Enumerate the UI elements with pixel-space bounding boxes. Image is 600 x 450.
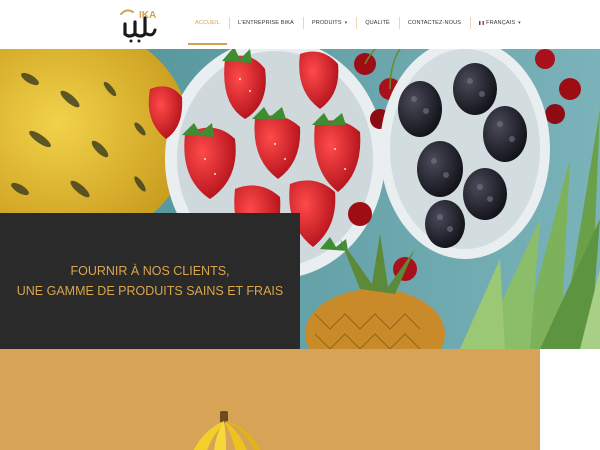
bika-logo-icon: IKA	[120, 9, 157, 43]
nav-entreprise[interactable]: L'ENTREPRISE BIKA	[228, 0, 303, 46]
nav-label: FRANÇAIS	[486, 20, 516, 26]
hero-tagline: FOURNIR À NOS CLIENTS, UNE GAMME DE PROD…	[0, 261, 300, 301]
chevron-down-icon: ▾	[344, 20, 348, 26]
hero-text-box: FOURNIR À NOS CLIENTS, UNE GAMME DE PROD…	[0, 213, 300, 349]
nav-accueil[interactable]: ACCUEIL	[186, 0, 229, 46]
banana-image	[193, 411, 260, 450]
hero-tagline-line-1: FOURNIR À NOS CLIENTS,	[70, 264, 230, 278]
nav-produits[interactable]: PRODUITS ▾	[302, 0, 356, 46]
bika-logo[interactable]: IKA	[119, 4, 159, 46]
nav-label: L'ENTREPRISE BIKA	[237, 20, 294, 26]
main-nav: ACCUEIL L'ENTREPRISE BIKA PRODUITS ▾ QUA…	[186, 0, 530, 46]
nav-label: ACCUEIL	[195, 20, 220, 26]
hero-tagline-line-2: UNE GAMME DE PRODUITS SAINS ET FRAIS	[16, 284, 284, 298]
hero-banner: FOURNIR À NOS CLIENTS, UNE GAMME DE PROD…	[0, 49, 600, 349]
products-section	[0, 349, 540, 450]
nav-qualite[interactable]: QUALITÉ	[356, 0, 399, 46]
french-flag-icon	[479, 21, 485, 25]
site-header: IKA ACCUEIL L'ENTREPRISE BIKA PRODUITS ▾…	[0, 0, 600, 49]
nav-label: QUALITÉ	[365, 20, 390, 26]
nav-label: PRODUITS	[311, 20, 342, 26]
nav-label: CONTACTEZ-NOUS	[407, 20, 462, 26]
nav-contact[interactable]: CONTACTEZ-NOUS	[398, 0, 470, 46]
language-selector[interactable]: FRANÇAIS ▾	[470, 0, 530, 46]
logo-text: IKA	[139, 10, 156, 21]
chevron-down-icon: ▾	[518, 20, 521, 26]
